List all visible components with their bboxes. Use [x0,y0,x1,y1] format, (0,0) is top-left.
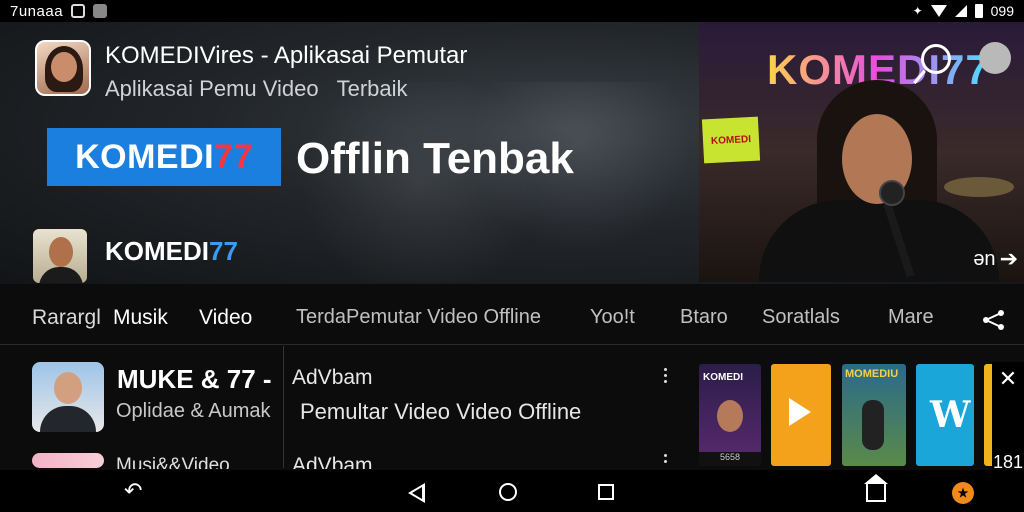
tab-video[interactable]: Video [199,306,252,330]
more-options-icon[interactable] [664,368,668,383]
app-title: KOMEDIVires - Aplikasai Pemutar [105,42,468,69]
brand-logo-text: KOMEDI [75,137,215,176]
status-bar: 7unaaa ✦ 099 [0,0,1024,22]
tab-pemutar-offline[interactable]: TerdaPemutar Video Offline [296,306,541,329]
video-time-text: ən [973,247,996,270]
status-time: 7unaaa [10,2,64,20]
more-options-icon[interactable] [664,454,668,463]
list-item-thumbnail[interactable] [32,453,104,468]
video-player[interactable]: KOMEDI77 KOMEDI ən ➔ [699,22,1024,282]
poster-card[interactable]: W [916,364,974,466]
list-column-divider [283,346,284,468]
nav-recents-icon[interactable] [598,484,614,500]
share-icon[interactable] [982,309,1006,331]
hero-headline: Offlin Tenbak [296,134,574,183]
app-icon[interactable] [35,40,91,96]
microphone [879,180,905,206]
brand-logo[interactable]: KOMEDI 77 [47,128,281,186]
signal-icon [954,5,967,17]
list-item-title[interactable]: Musi&&Video [116,455,230,469]
poster-title: MOMEDIU [845,368,899,380]
list-item-channel[interactable]: AdVbam [292,455,373,469]
channel-avatar[interactable] [33,229,87,283]
poster-card[interactable]: MOMEDIU [842,364,906,466]
tabs-divider [0,344,1024,345]
channel-name-number: 77 [209,236,238,266]
poster-title: W [930,394,971,436]
close-icon[interactable]: ✕ [992,366,1024,392]
tab-mare[interactable]: Mare [888,306,934,329]
house-icon[interactable] [864,474,888,502]
video-time[interactable]: ən ➔ [973,246,1018,272]
list-item-subtitle: Oplidae & Aumak [116,400,271,422]
screenshot-icon [93,4,108,18]
wifi-icon [930,5,947,17]
poster-title: KOMEDI [703,372,743,383]
battery-icon [974,4,983,18]
nav-back-icon[interactable] [408,483,425,503]
poster-card[interactable]: KOMEDI 5658 [699,364,761,466]
poster-label: 5658 [699,452,761,466]
app-subtitle-b: Terbaik [336,76,408,101]
vibrate-icon: ✦ [912,4,923,18]
tab-yoot[interactable]: Yoo!t [590,306,635,329]
play-icon [789,398,811,426]
side-panel: ✕ 181 [992,362,1024,472]
notification-icon [71,4,86,18]
arrow-right-icon: ➔ [999,246,1018,271]
profile-avatar[interactable] [979,42,1011,74]
tab-rarargl[interactable]: Rarargl [32,306,101,330]
channel-name[interactable]: KOMEDI77 [105,236,238,267]
list-item-title[interactable]: MUKE & 77 - [117,364,272,395]
nav-home-icon[interactable] [499,483,517,501]
list-item-thumbnail[interactable] [32,362,104,432]
performer-body [759,200,999,282]
search-icon[interactable] [921,44,951,74]
list-item-channel[interactable]: AdVbam [292,366,373,390]
system-nav-bar: ↶ ★ [0,470,1024,512]
channel-name-text: KOMEDI [105,236,209,266]
poster-card[interactable] [771,364,831,466]
coin-icon[interactable]: ★ [952,482,974,504]
list-item-description[interactable]: Pemultar Video Video Offline [300,399,581,425]
brand-logo-number: 77 [214,137,253,176]
app-subtitle-a: Aplikasai Pemu Video [105,76,319,101]
back-arrow-icon[interactable]: ↶ [124,478,146,503]
tab-btaro[interactable]: Btaro [680,306,728,329]
battery-percent: 099 [990,3,1014,19]
category-tabs: Rarargl Musik Video TerdaPemutar Video O… [0,300,1024,340]
tab-soratlals[interactable]: Soratlals [762,306,840,329]
tab-musik[interactable]: Musik [113,306,168,330]
stage-sign: KOMEDI [701,116,761,164]
drum-kit [944,177,1014,197]
app-subtitle: Aplikasai Pemu Video Terbaik [105,76,408,102]
